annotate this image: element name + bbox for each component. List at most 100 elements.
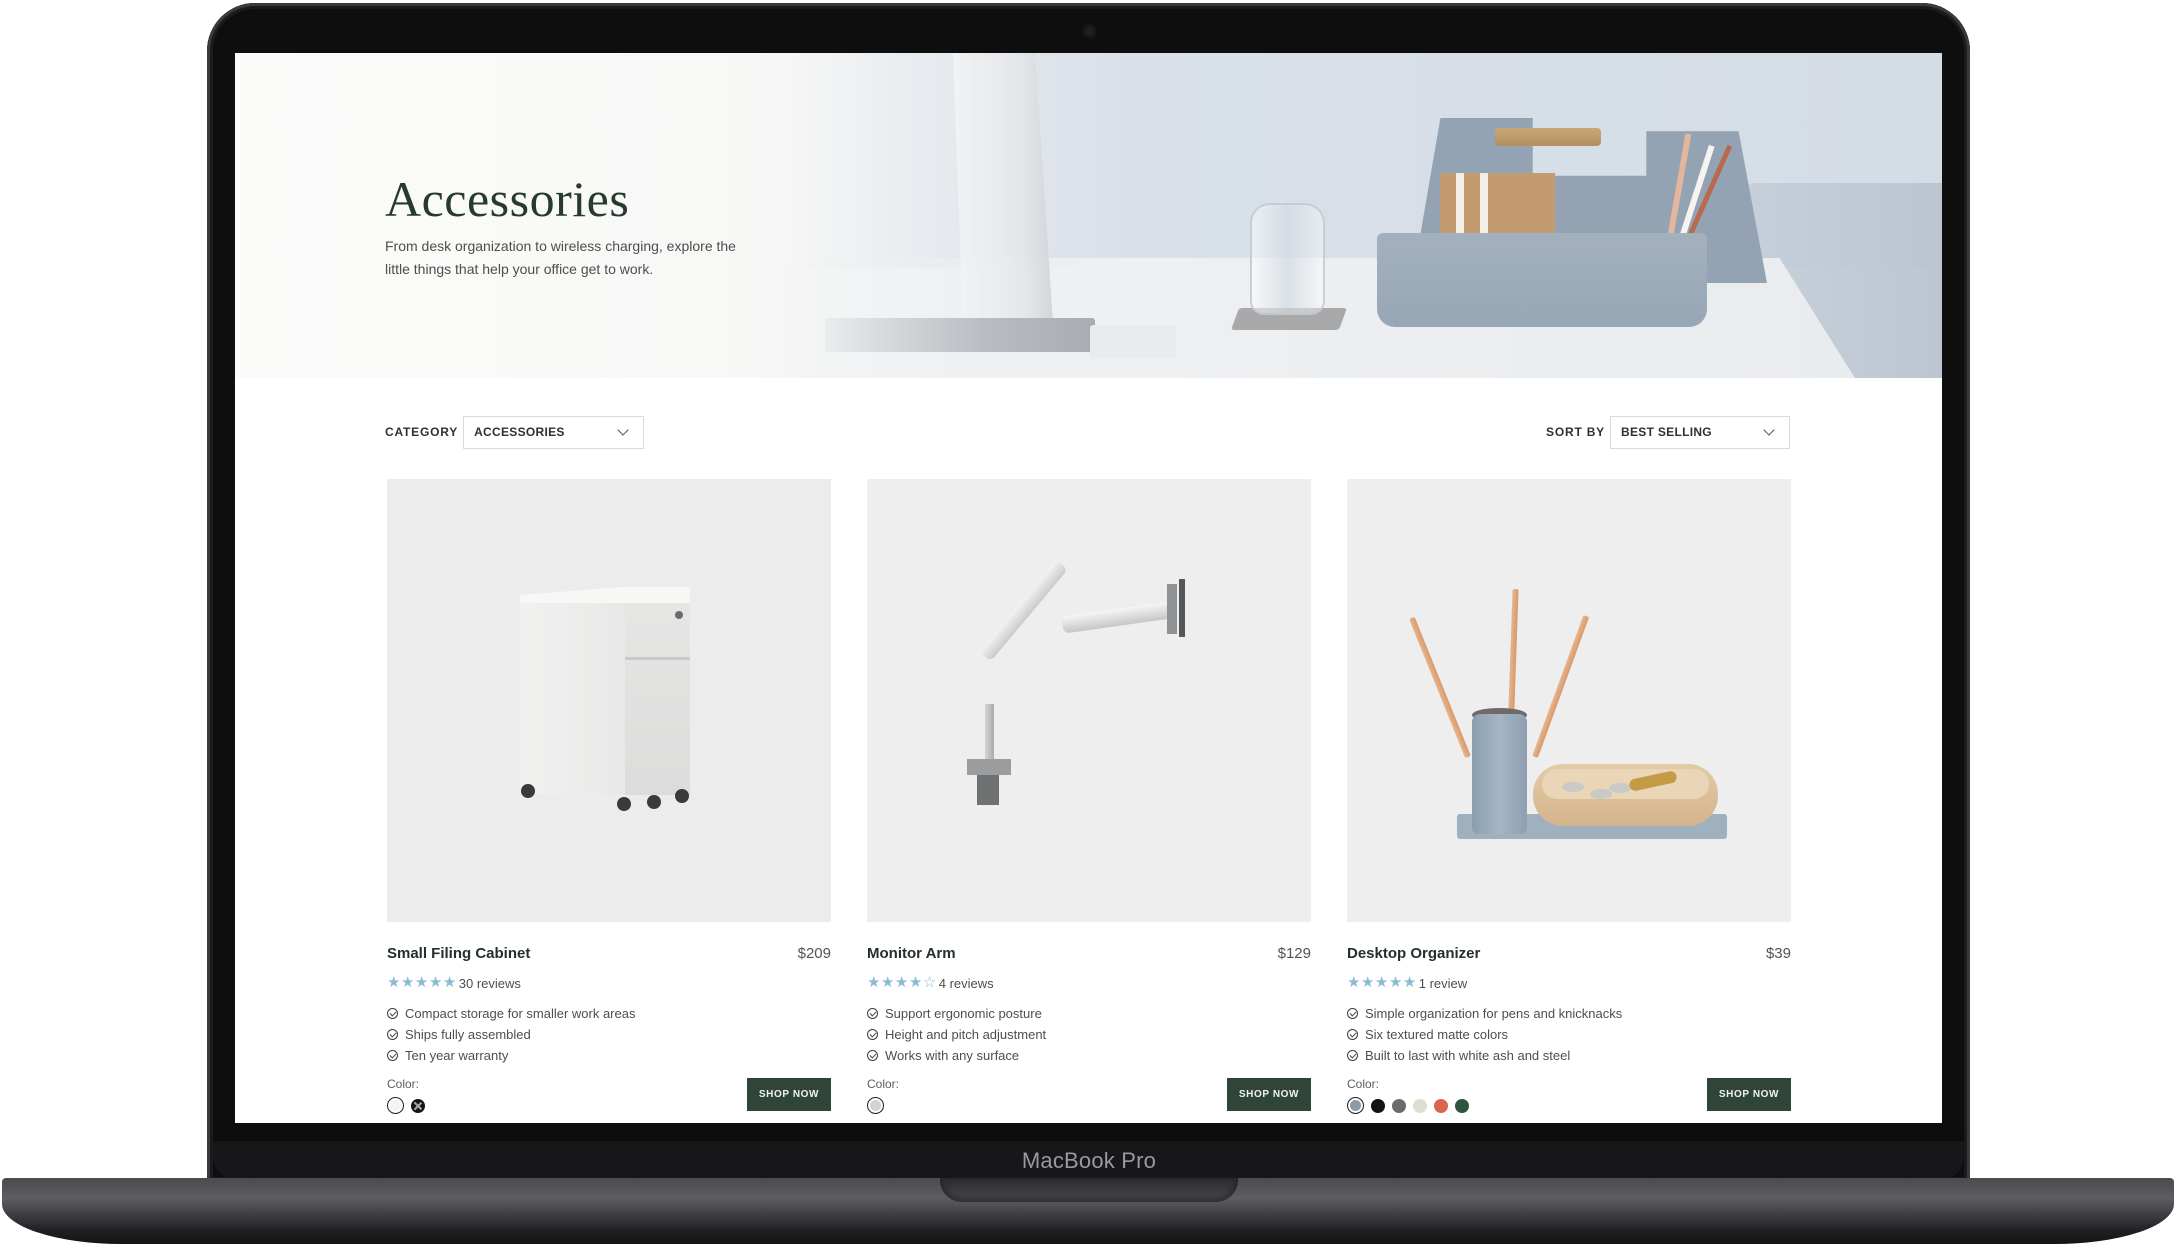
color-swatch-green[interactable] bbox=[1455, 1098, 1469, 1113]
pencil bbox=[1409, 616, 1471, 759]
star-filled-icon: ★ bbox=[414, 974, 429, 991]
cabinet-drawer bbox=[625, 657, 690, 660]
organizer-cup bbox=[1472, 714, 1527, 834]
review-count[interactable]: 4 reviews bbox=[939, 976, 994, 991]
product-image[interactable] bbox=[867, 479, 1311, 922]
product-card: Monitor Arm $129 ★★★★☆ 4 reviews Support… bbox=[867, 479, 1311, 1123]
page-title: Accessories bbox=[385, 171, 630, 227]
product-rating: ★★★★★ 1 review bbox=[1347, 974, 1467, 992]
color-swatch-gray[interactable] bbox=[1392, 1098, 1406, 1113]
color-label: Color: bbox=[387, 1077, 420, 1091]
shop-now-button[interactable]: SHOP NOW bbox=[1227, 1078, 1311, 1111]
feature-item: Ten year warranty bbox=[387, 1045, 635, 1066]
coin bbox=[1562, 782, 1584, 792]
cabinet-side bbox=[520, 594, 625, 794]
feature-item: Ships fully assembled bbox=[387, 1024, 635, 1045]
laptop-notch bbox=[940, 1178, 1238, 1202]
feature-text: Compact storage for smaller work areas bbox=[405, 1006, 636, 1021]
product-image[interactable] bbox=[387, 479, 831, 922]
feature-item: Works with any surface bbox=[867, 1045, 1046, 1066]
arm-upper-segment bbox=[1061, 601, 1173, 634]
star-filled-icon: ★ bbox=[400, 974, 415, 991]
pencil bbox=[1532, 615, 1590, 759]
star-filled-icon: ★ bbox=[908, 974, 923, 991]
cabinet-front bbox=[625, 597, 690, 795]
check-circle-icon bbox=[1347, 1029, 1358, 1040]
rating-stars: ★★★★★ bbox=[1347, 974, 1417, 992]
product-image[interactable] bbox=[1347, 479, 1791, 922]
check-circle-icon bbox=[1347, 1008, 1358, 1019]
review-count[interactable]: 1 review bbox=[1419, 976, 1467, 991]
arm-vesa-plate bbox=[1179, 579, 1185, 637]
color-swatch-cream[interactable] bbox=[1413, 1098, 1427, 1113]
rating-stars: ★★★★★ bbox=[387, 974, 457, 992]
color-swatch-blue-gray[interactable] bbox=[1347, 1097, 1364, 1114]
color-swatches bbox=[1347, 1097, 1476, 1114]
product-price: $209 bbox=[797, 945, 831, 962]
cabinet-wheel bbox=[675, 789, 689, 803]
product-card: Desktop Organizer $39 ★★★★★ 1 review Sim… bbox=[1347, 479, 1791, 1123]
star-filled-icon: ★ bbox=[387, 974, 401, 991]
cabinet-wheel bbox=[521, 784, 535, 798]
category-filter: CATEGORY ACCESSORIES bbox=[385, 415, 645, 449]
product-name[interactable]: Desktop Organizer bbox=[1347, 945, 1480, 962]
star-filled-icon: ★ bbox=[894, 974, 909, 991]
color-swatch-coral[interactable] bbox=[1434, 1098, 1448, 1113]
check-circle-icon bbox=[867, 1029, 878, 1040]
page-description: From desk organization to wireless charg… bbox=[385, 238, 736, 277]
star-filled-icon: ★ bbox=[442, 974, 457, 991]
feature-item: Height and pitch adjustment bbox=[867, 1024, 1046, 1045]
feature-item: Compact storage for smaller work areas bbox=[387, 1003, 635, 1024]
category-select[interactable]: ACCESSORIES bbox=[463, 415, 645, 449]
webcam-icon bbox=[1085, 27, 1094, 36]
check-circle-icon bbox=[387, 1029, 398, 1040]
product-name-row: Desktop Organizer $39 bbox=[1347, 945, 1791, 962]
hero-image-caddy-front bbox=[1377, 233, 1707, 327]
arm-clamp bbox=[977, 775, 999, 805]
hero-image-mat bbox=[1090, 325, 1176, 359]
arm-head bbox=[1167, 584, 1177, 634]
sort-label: SORT BY bbox=[1546, 425, 1605, 439]
cabinet-top bbox=[520, 587, 690, 603]
shop-now-button[interactable]: SHOP NOW bbox=[747, 1078, 831, 1111]
star-filled-icon: ★ bbox=[1402, 974, 1417, 991]
coin bbox=[1609, 783, 1631, 793]
product-name[interactable]: Small Filing Cabinet bbox=[387, 945, 530, 962]
product-name[interactable]: Monitor Arm bbox=[867, 945, 956, 962]
browser-viewport: Accessories From desk organization to wi… bbox=[235, 53, 1942, 1123]
feature-text: Ships fully assembled bbox=[405, 1027, 531, 1042]
cabinet-lock bbox=[675, 611, 683, 619]
color-swatch-black[interactable] bbox=[411, 1098, 425, 1113]
hero-image-caddy-handle bbox=[1495, 128, 1601, 146]
feature-list: Simple organization for pens and knickna… bbox=[1347, 1003, 1622, 1066]
product-price: $129 bbox=[1277, 945, 1311, 962]
device-label: MacBook Pro bbox=[1021, 1148, 1157, 1173]
chevron-down-icon bbox=[1763, 423, 1775, 436]
shop-now-button[interactable]: SHOP NOW bbox=[1707, 1078, 1791, 1111]
product-name-row: Monitor Arm $129 bbox=[867, 945, 1311, 962]
feature-text: Ten year warranty bbox=[405, 1048, 509, 1063]
check-circle-icon bbox=[387, 1008, 398, 1019]
product-rating: ★★★★☆ 4 reviews bbox=[867, 974, 994, 992]
feature-text: Support ergonomic posture bbox=[885, 1006, 1042, 1021]
feature-text: Built to last with white ash and steel bbox=[1365, 1048, 1571, 1063]
star-filled-icon: ★ bbox=[1360, 974, 1375, 991]
color-swatch-silver[interactable] bbox=[867, 1097, 884, 1114]
sort-select[interactable]: BEST SELLING bbox=[1610, 415, 1790, 449]
star-filled-icon: ★ bbox=[1388, 974, 1403, 991]
feature-item: Support ergonomic posture bbox=[867, 1003, 1046, 1024]
color-swatch-white[interactable] bbox=[387, 1097, 404, 1114]
feature-item: Six textured matte colors bbox=[1347, 1024, 1622, 1045]
color-label: Color: bbox=[1347, 1077, 1380, 1091]
feature-text: Height and pitch adjustment bbox=[885, 1027, 1047, 1042]
check-circle-icon bbox=[1347, 1050, 1358, 1061]
check-circle-icon bbox=[867, 1008, 878, 1019]
hero-banner: Accessories From desk organization to wi… bbox=[235, 53, 1942, 378]
hero-image-glass bbox=[1250, 203, 1325, 315]
review-count[interactable]: 30 reviews bbox=[459, 976, 521, 991]
feature-list: Compact storage for smaller work areas Sh… bbox=[387, 1003, 635, 1066]
color-swatch-black[interactable] bbox=[1371, 1098, 1385, 1113]
sort-filter: SORT BY BEST SELLING bbox=[1546, 415, 1790, 449]
star-filled-icon: ★ bbox=[867, 974, 881, 991]
star-filled-icon: ★ bbox=[1374, 974, 1389, 991]
